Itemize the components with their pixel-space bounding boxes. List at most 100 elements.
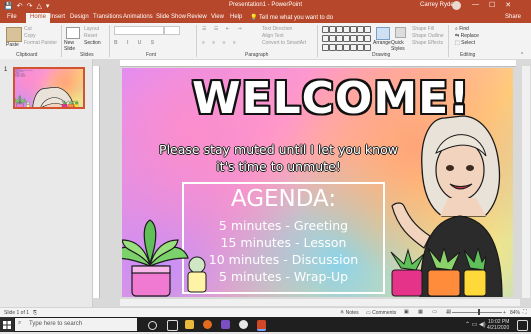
maximize-button[interactable]: ☐ (489, 1, 495, 9)
tab-insert[interactable]: Insert (50, 14, 65, 20)
close-button[interactable]: ✕ (505, 1, 511, 9)
tab-view[interactable]: View (211, 14, 224, 20)
layout-button[interactable]: Layout (84, 26, 99, 32)
tab-transitions[interactable]: Transitions (93, 14, 122, 20)
powerpoint-taskbar-icon[interactable] (257, 320, 266, 331)
thumbnail-succulent-plants-right[interactable] (61, 100, 79, 109)
collapse-ribbon-icon[interactable]: ⌃ (520, 52, 524, 58)
cut-button[interactable]: Cut (24, 26, 32, 32)
agenda-title: AGENDA: (230, 186, 337, 212)
tab-animations[interactable]: Animations (123, 14, 153, 20)
select-button[interactable]: ⬚ Select (455, 40, 475, 46)
onenote-icon[interactable] (221, 320, 230, 329)
zoom-slider-thumb[interactable] (478, 309, 480, 315)
tab-help[interactable]: Help (230, 14, 242, 20)
new-slide-icon[interactable] (66, 27, 80, 39)
taskbar-search[interactable]: ⌕ Type here to search (15, 318, 137, 331)
quick-styles-icon[interactable] (395, 27, 406, 38)
new-slide-button[interactable]: New Slide (64, 40, 80, 52)
group-separator (196, 25, 197, 57)
thumbnail-number: 1 (4, 67, 8, 73)
notification-icon[interactable] (517, 320, 528, 331)
shapes-gallery[interactable] (322, 26, 371, 52)
thumbnail-preview: WELCOME! Please stay muted until I let y… (15, 69, 83, 109)
zoom-level[interactable]: 84% (510, 310, 520, 316)
firefox-icon[interactable] (203, 320, 212, 329)
group-separator (109, 25, 110, 57)
share-button[interactable]: Share (505, 14, 521, 20)
task-view-icon[interactable] (167, 320, 178, 331)
comment-icon: ▭ (366, 310, 371, 316)
ribbon: Paste Cut Copy Format Painter Clipboard … (0, 23, 531, 60)
format-painter-button[interactable]: Format Painter (24, 40, 57, 46)
small-potted-plant[interactable] (184, 256, 210, 294)
section-button[interactable]: Section (84, 40, 101, 46)
align-text-button[interactable]: Align Text (262, 33, 284, 39)
paste-button[interactable]: Paste (6, 42, 19, 48)
thumbnail-small-potted-plant[interactable] (26, 101, 31, 109)
agenda-item: 5 minutes - Greeting (218, 218, 349, 233)
agenda-item: 10 minutes - Discussion (208, 252, 359, 267)
search-icon: ⌕ (18, 320, 22, 326)
horizontal-ruler (120, 60, 516, 67)
slide-thumbnail[interactable]: WELCOME! Please stay muted until I let y… (13, 67, 85, 109)
tab-file[interactable]: File (7, 14, 17, 20)
zoom-slider[interactable] (452, 312, 502, 313)
paste-icon[interactable] (6, 27, 22, 42)
agenda-item: 15 minutes - Lesson (220, 235, 347, 250)
notes-button[interactable]: ≙ Notes (340, 310, 359, 316)
vertical-ruler (93, 66, 100, 298)
user-name[interactable]: Carrey Ryder (420, 2, 456, 8)
vertical-scrollbar[interactable] (522, 66, 530, 298)
replace-button[interactable]: ⇆ Replace (455, 33, 479, 39)
font-size-box[interactable] (164, 26, 180, 35)
zoom-out-button[interactable]: − (446, 310, 449, 316)
slide-subtitle-line1[interactable]: Please stay muted until I let you know (126, 142, 431, 157)
find-label: Find (459, 26, 469, 32)
font-format-buttons[interactable]: B I U S (114, 40, 158, 46)
quick-styles-button[interactable]: Quick Styles (391, 40, 408, 52)
find-button[interactable]: ⌕ Find (455, 26, 469, 32)
horizontal-scrollbar[interactable] (120, 299, 520, 306)
avatar[interactable] (452, 1, 461, 10)
search-icon: ⌕ (455, 26, 458, 32)
arrange-button[interactable]: Arrange (373, 40, 391, 46)
zoom-in-button[interactable]: + (503, 310, 506, 316)
succulent-plant-left[interactable] (122, 218, 190, 297)
slide-canvas[interactable]: WELCOME! Please stay muted until I let y… (15, 69, 83, 109)
minimize-button[interactable]: — (472, 1, 479, 9)
font-name-box[interactable] (114, 26, 164, 35)
convert-smartart-button[interactable]: Convert to SmartArt (262, 40, 306, 46)
cortana-icon[interactable] (148, 321, 157, 330)
accessibility-icon[interactable]: ⎘ (33, 310, 37, 316)
group-label-editing: Editing (460, 52, 476, 58)
tab-review[interactable]: Review (187, 14, 207, 20)
clock-date[interactable]: 4/21/2020 (487, 325, 509, 331)
slide-subtitle-line2[interactable]: it's time to unmute! (126, 159, 431, 174)
start-button[interactable] (0, 317, 14, 332)
slide-canvas[interactable]: WELCOME! Please stay muted until I let y… (122, 68, 513, 297)
replace-icon: ⇆ (455, 33, 460, 39)
tell-me-search[interactable]: 💡 Tell me what you want to do (250, 14, 333, 21)
file-explorer-icon[interactable] (185, 320, 194, 329)
reset-button[interactable]: Reset (84, 33, 97, 39)
shape-outline-button[interactable]: Shape Outline (412, 33, 444, 39)
tray-icons[interactable]: ⌃ ▭ ◀) (465, 321, 486, 328)
align-buttons[interactable]: ≡ ≡ ≡ ≡ (202, 40, 239, 46)
windows-icon (3, 321, 11, 329)
fit-to-window-icon[interactable]: ⛶ (523, 309, 527, 315)
shape-fill-button[interactable]: Shape Fill (412, 26, 434, 32)
shape-effects-button[interactable]: Shape Effects (412, 40, 443, 46)
title-bar: 💾 ↶ ↷ △ ▾ Presentation1 - PowerPoint Car… (0, 0, 531, 12)
text-direction-button[interactable]: Text Direction (262, 26, 292, 32)
slide-title[interactable]: WELCOME! (192, 73, 469, 124)
tab-design[interactable]: Design (70, 14, 89, 20)
comments-button[interactable]: ▭ Comments (366, 310, 396, 316)
succulent-plants-right[interactable] (386, 248, 486, 297)
copy-button[interactable]: Copy (24, 33, 36, 39)
agenda-box[interactable]: AGENDA: 5 minutes - Greeting 15 minutes … (182, 182, 385, 294)
chrome-icon[interactable] (239, 320, 248, 329)
tab-slide-show[interactable]: Slide Show (156, 14, 186, 20)
list-buttons[interactable]: ☰ ☰ ⇤ ⇥ (202, 26, 245, 32)
arrange-icon[interactable] (376, 27, 390, 40)
